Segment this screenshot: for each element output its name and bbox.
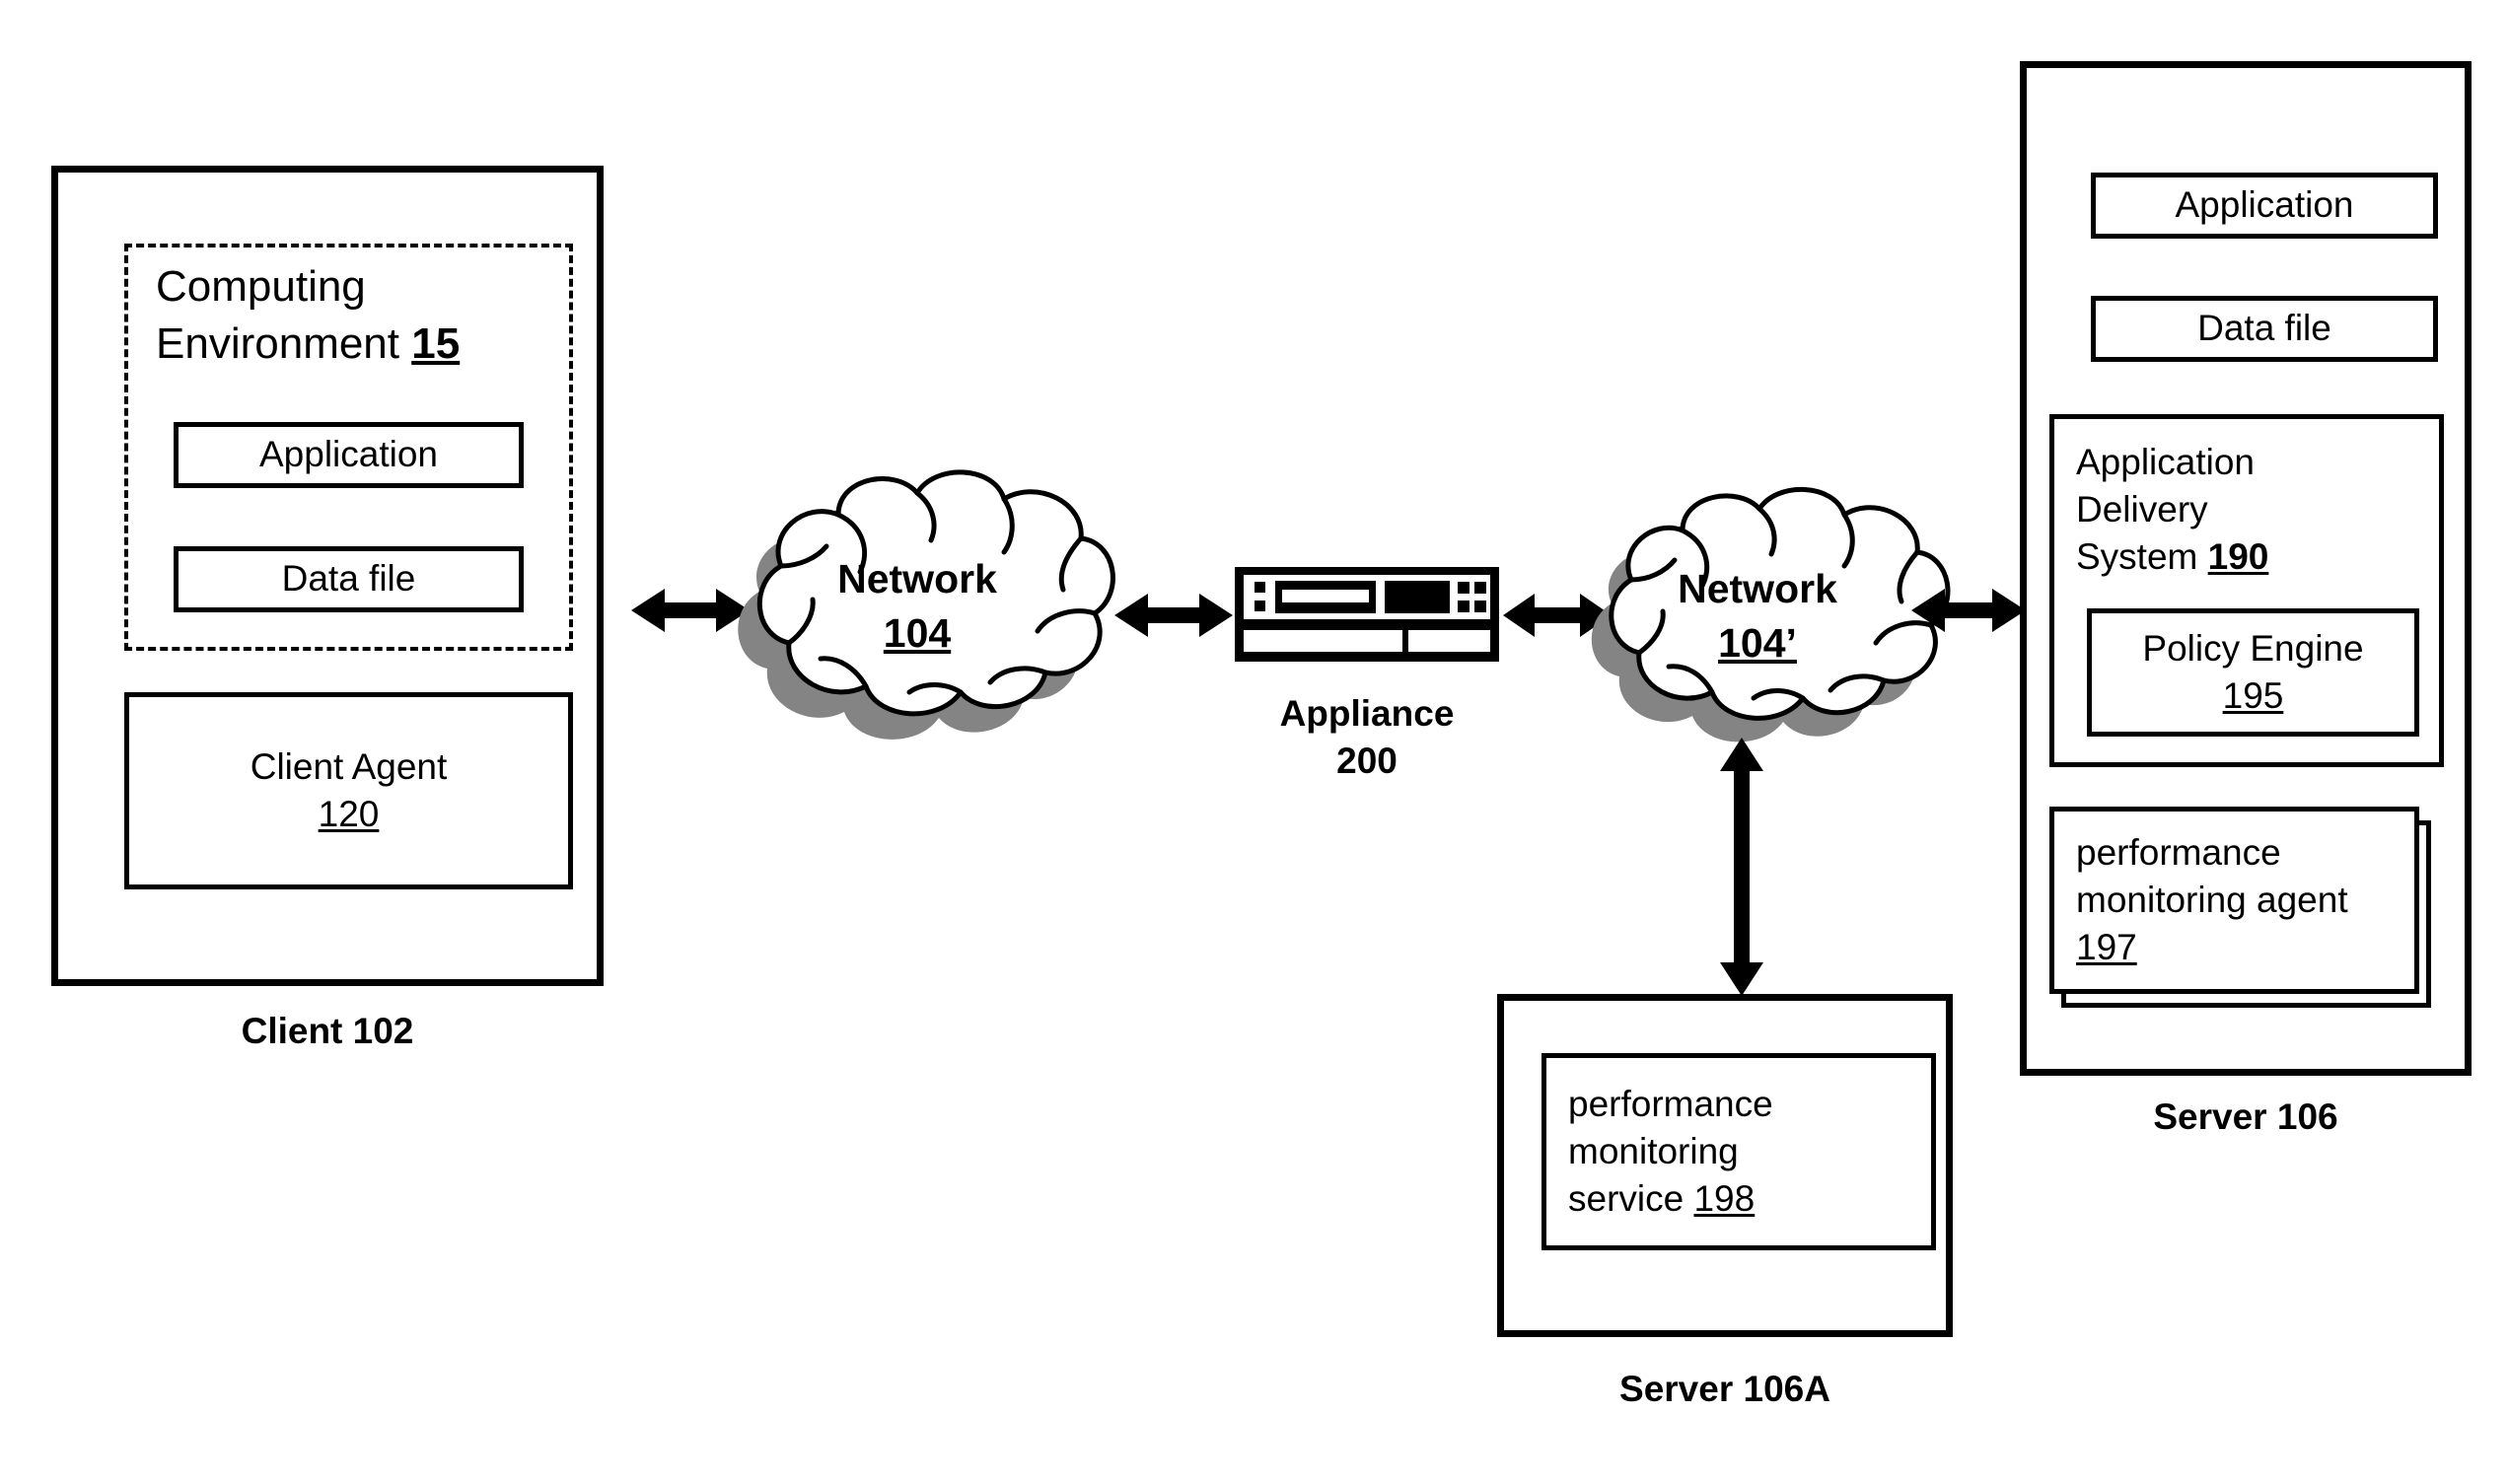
performance-monitoring-service-box[interactable]: performance monitoring service 198: [1541, 1053, 1936, 1250]
appliance-bottom-strip-right: [1408, 630, 1490, 652]
arrow-network-104-prime-to-server-106: [1911, 583, 2026, 638]
arrow-network-104-to-appliance: [1114, 588, 1233, 643]
policy-engine-box[interactable]: Policy Engine 195: [2087, 608, 2419, 737]
performance-monitoring-service-text: performance monitoring service 198: [1568, 1081, 1773, 1223]
pms-line2: monitoring: [1568, 1130, 1739, 1171]
pma-line2: monitoring agent: [2076, 879, 2348, 920]
appliance-caption-line1: Appliance: [1279, 693, 1455, 734]
client-caption: Client 102: [241, 1011, 414, 1051]
client-agent-text: Client Agent 120: [251, 743, 448, 838]
appliance-button-1-icon: [1458, 582, 1470, 594]
client-data-file-label: Data file: [281, 558, 416, 600]
appliance-bottom-strip-left: [1244, 630, 1402, 652]
appliance-caption: Appliance 200: [1235, 690, 1499, 785]
appliance-drive-slot-inner: [1282, 590, 1369, 602]
ads-line2: Delivery: [2076, 489, 2208, 530]
appliance-button-3-icon: [1458, 601, 1470, 612]
server-data-file-label: Data file: [2197, 308, 2331, 349]
pms-line3: service: [1568, 1178, 1694, 1220]
policy-engine-label: Policy Engine: [2142, 627, 2364, 669]
computing-environment-title: Computing Environment 15: [156, 258, 550, 373]
policy-engine-text: Policy Engine 195: [2142, 625, 2363, 720]
server-application-label: Application: [2175, 184, 2354, 226]
appliance-button-4-icon: [1474, 601, 1486, 612]
appliance-button-2-icon: [1474, 582, 1486, 594]
client-data-file-box[interactable]: Data file: [174, 546, 524, 612]
client-application-label: Application: [258, 434, 438, 475]
server-106a-caption: Server 106A: [1619, 1369, 1830, 1409]
appliance-display-icon: [1385, 581, 1450, 613]
server-106-caption: Server 106: [2153, 1096, 2338, 1137]
network-104-cloud: Network 104: [690, 456, 1144, 781]
computing-environment-ref: 15: [411, 319, 461, 369]
client-application-box[interactable]: Application: [174, 422, 524, 488]
performance-monitoring-agent-text: performance monitoring agent 197: [2076, 829, 2348, 971]
policy-engine-ref: 195: [2222, 675, 2284, 716]
pms-line1: performance: [1568, 1083, 1773, 1124]
appliance-caption-line2: 200: [1336, 741, 1398, 782]
arrow-network-104-prime-to-server-106a: [1714, 738, 1769, 996]
pma-ref: 197: [2076, 927, 2137, 968]
diagram-canvas: Computing Environment 15 Application Data…: [0, 0, 2509, 1484]
appliance-led-1-icon: [1254, 582, 1265, 593]
computing-environment-title-line2: Environment: [156, 319, 412, 369]
client-agent-ref: 120: [318, 794, 380, 834]
ads-ref: 190: [2207, 536, 2269, 578]
ads-line3: System: [2076, 536, 2208, 578]
ads-line1: Application: [2076, 442, 2256, 482]
client-agent-label: Client Agent: [250, 745, 448, 787]
server-data-file-box[interactable]: Data file: [2091, 296, 2438, 362]
pma-line1: performance: [2076, 831, 2281, 873]
application-delivery-system-title: Application Delivery System 190: [2076, 439, 2421, 581]
application-delivery-system-box[interactable]: Application Delivery System 190 Policy Eng…: [2049, 414, 2444, 767]
appliance-group[interactable]: [1235, 567, 1499, 662]
performance-monitoring-agent-box[interactable]: performance monitoring agent 197: [2049, 807, 2419, 994]
client-agent-box[interactable]: Client Agent 120: [124, 692, 573, 889]
appliance-led-2-icon: [1254, 601, 1265, 611]
server-application-box[interactable]: Application: [2091, 173, 2438, 239]
pms-ref: 198: [1693, 1178, 1756, 1220]
computing-environment-title-line1: Computing: [156, 262, 366, 311]
